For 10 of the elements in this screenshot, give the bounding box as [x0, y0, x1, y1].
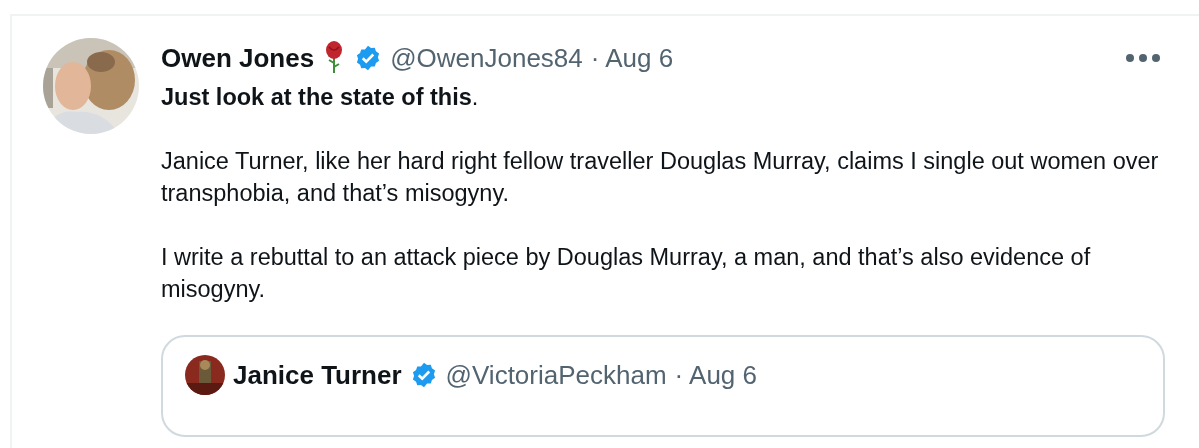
quoted-tweet-time[interactable]: · Aug 6	[674, 359, 757, 391]
quoted-author-handle[interactable]: @VictoriaPeckham	[445, 359, 667, 391]
tweet-text: Just look at the state of this.	[161, 83, 480, 112]
quoted-author-name[interactable]: Janice Turner	[233, 359, 402, 391]
tweet-time[interactable]: · Aug 6	[590, 42, 674, 74]
author-handle[interactable]: @OwenJones84	[390, 42, 583, 74]
author-name[interactable]: Owen Jones	[161, 42, 315, 74]
tweet-text: Janice Turner, like her hard right fellow traveller Douglas Murray, claims I single out women over transphobia, and that’s misogyny.	[161, 147, 1160, 208]
quoted-tweet-card[interactable]: Janice Turner @VictoriaPeckham · Aug 6	[161, 335, 1165, 437]
tweet-text: I write a rebuttal to an attack piece by Douglas Murray, a man, and that’s also evidence of misogyny.	[161, 243, 1092, 304]
